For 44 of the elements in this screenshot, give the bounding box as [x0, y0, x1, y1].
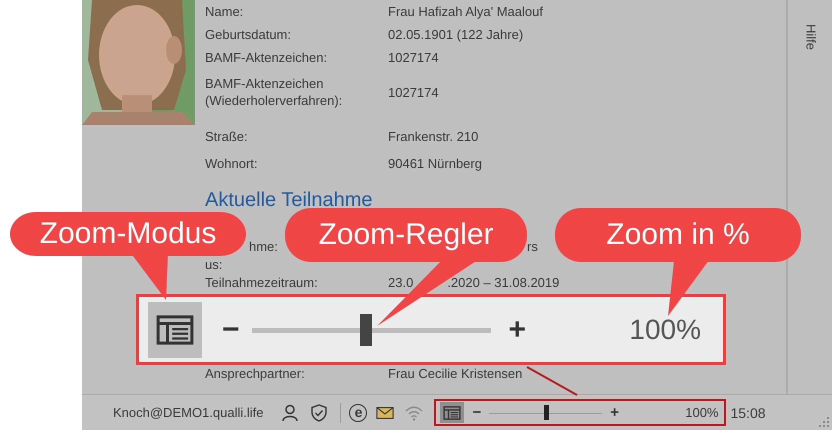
zoom-mode-button[interactable]	[148, 302, 202, 358]
zoom-out-button[interactable]: −	[222, 312, 240, 346]
field-label: Ansprechpartner:	[205, 366, 305, 381]
field-label: us:	[205, 257, 222, 272]
zoom-slider[interactable]	[489, 405, 602, 420]
zoom-mode-button[interactable]	[440, 402, 464, 423]
field-label: BAMF-Aktenzeichen (Wiederholerverfahren):	[205, 75, 344, 109]
field-value: Frankenstr. 210	[388, 128, 480, 144]
zoom-out-button[interactable]: −	[472, 404, 482, 421]
field-label: Geburtsdatum:	[205, 26, 292, 43]
field-label: Straße:	[205, 128, 249, 144]
slider-thumb[interactable]	[360, 314, 372, 346]
mail-icon[interactable]	[376, 406, 394, 420]
user-account[interactable]: Knoch@DEMO1.qualli.life	[113, 405, 264, 420]
clock: 15:08	[730, 404, 766, 420]
person-icon[interactable]	[281, 404, 300, 422]
layout-icon	[443, 406, 462, 420]
field-value: 1027174	[388, 49, 440, 66]
zoom-slider[interactable]	[252, 314, 491, 346]
field-label: Name:	[205, 3, 244, 20]
field-value: 23.0	[388, 275, 414, 290]
field-value: Frau Cecilie Kristensen	[388, 366, 522, 381]
field-label: Teilnahmezeitraum:	[205, 275, 318, 290]
field-value: .2020 – 31.08.2019	[447, 275, 560, 290]
side-tab[interactable]: Hilfe	[802, 24, 818, 50]
field-value: 02.05.1901 (122 Jahre)	[388, 26, 524, 43]
section-heading: Aktuelle Teilnahme	[205, 188, 374, 212]
zoom-percent: 100%	[685, 405, 718, 420]
zoom-in-button[interactable]: +	[610, 404, 620, 421]
browser-icon[interactable]: e	[349, 404, 368, 422]
zoom-percent: 100%	[629, 314, 701, 346]
shield-icon[interactable]	[310, 404, 328, 422]
layout-icon	[156, 314, 194, 344]
field-value: 90461 Nürnberg	[388, 154, 483, 172]
field-label: hme:	[248, 239, 278, 254]
field-label: Wohnort:	[205, 154, 259, 172]
field-label: BAMF-Aktenzeichen:	[205, 49, 328, 66]
resize-grip-icon[interactable]	[819, 417, 829, 427]
slider-thumb[interactable]	[544, 405, 549, 420]
leader-line	[526, 366, 578, 396]
field-value: rs	[527, 239, 538, 254]
zoom-in-button[interactable]: +	[508, 312, 526, 346]
field-value: 1027174	[388, 84, 440, 100]
field-value: Frau Hafizah Alya' Maalouf	[388, 3, 543, 20]
